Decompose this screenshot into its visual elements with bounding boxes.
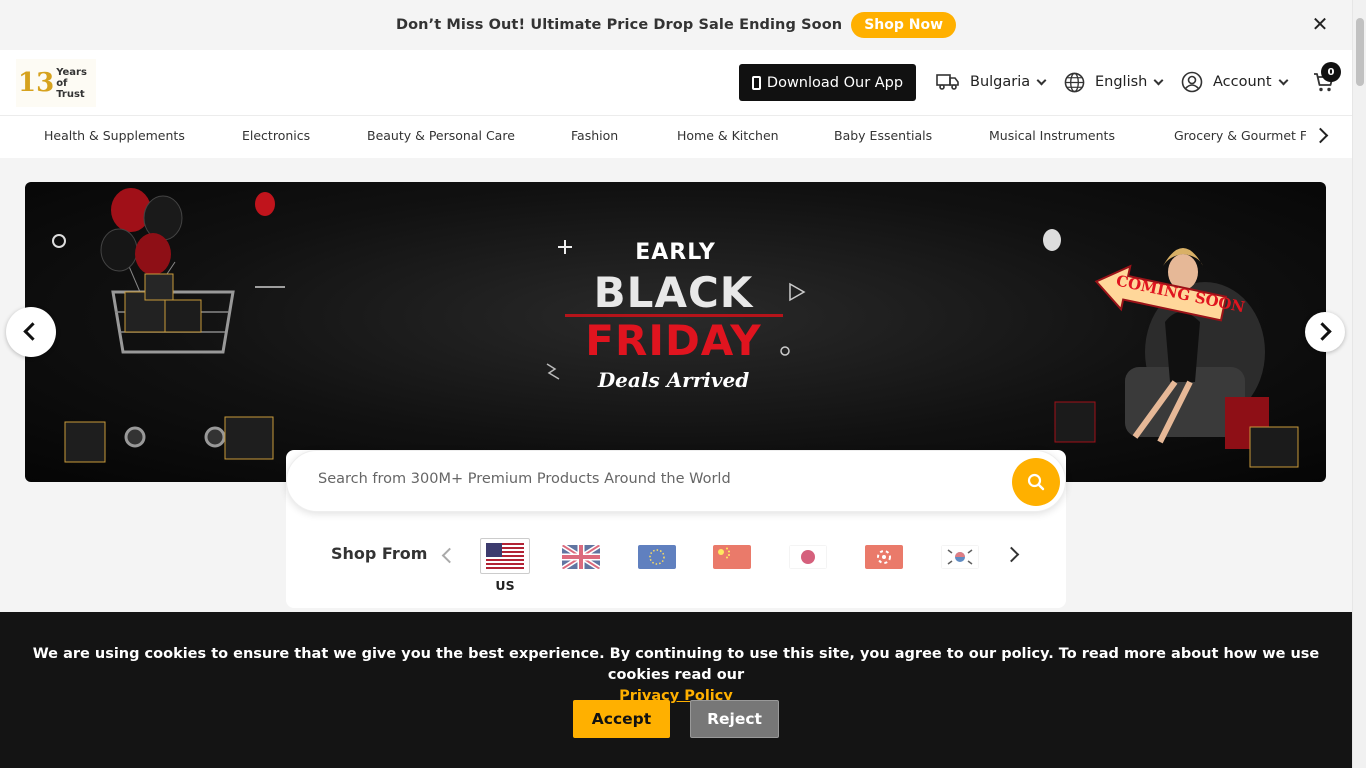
- search-box[interactable]: [286, 450, 1066, 512]
- scrollbar-thumb[interactable]: [1356, 18, 1364, 86]
- category-baby-essentials[interactable]: Baby Essentials: [834, 128, 932, 143]
- logo[interactable]: 13 Years of Trust: [16, 59, 96, 107]
- announcement-text: Don’t Miss Out! Ultimate Price Drop Sale…: [395, 17, 843, 33]
- globe-icon: [1064, 72, 1085, 92]
- hong-kong-flag-icon: [865, 545, 903, 569]
- phone-icon: [751, 75, 761, 90]
- search-input[interactable]: [318, 471, 1008, 487]
- shop-now-button[interactable]: Shop Now: [851, 12, 957, 38]
- chevron-left-icon[interactable]: [441, 547, 458, 564]
- korea-flag-icon: [941, 545, 979, 569]
- user-icon: [1181, 71, 1203, 93]
- category-musical-instruments[interactable]: Musical Instruments: [989, 128, 1115, 143]
- site-header: 13 Years of Trust Download Our App Bulga…: [0, 50, 1352, 116]
- hero-banner[interactable]: EARLY BLACK FRIDAY Deals Arrived COMING …: [25, 182, 1326, 482]
- logo-text: Years of Trust: [56, 67, 96, 100]
- category-scroll-area: [1306, 116, 1352, 158]
- uk-flag[interactable]: [562, 545, 600, 569]
- us-flag-icon: [486, 543, 524, 569]
- delivery-truck-icon: [936, 74, 959, 90]
- carousel-next-button[interactable]: [1305, 312, 1345, 352]
- chevron-left-icon: [23, 322, 42, 341]
- china-flag-icon: [713, 545, 751, 569]
- category-health-supplements[interactable]: Health & Supplements: [44, 128, 185, 143]
- japan-flag-icon: [789, 545, 827, 569]
- language-label: English: [1095, 74, 1148, 90]
- us-flag-label: US: [495, 578, 515, 593]
- account-label: Account: [1213, 74, 1272, 90]
- page-scrollbar[interactable]: [1352, 0, 1366, 768]
- cookie-banner: We are using cookies to ensure that we g…: [0, 612, 1352, 768]
- banner-early: EARLY: [635, 240, 716, 265]
- logo-number: 13: [18, 68, 55, 98]
- chevron-down-icon: [1036, 75, 1047, 85]
- uk-flag-icon: [562, 545, 600, 569]
- logo-text-line2: Trust: [56, 88, 85, 100]
- chevron-right-icon[interactable]: [1003, 546, 1020, 563]
- banner-deals: Deals Arrived: [597, 368, 750, 392]
- logo-text-line1: Years of: [56, 66, 87, 89]
- cookie-text-block: We are using cookies to ensure that we g…: [0, 644, 1352, 707]
- cart-count-badge: 0: [1321, 62, 1341, 82]
- search-icon: [1027, 473, 1045, 491]
- country-label: Bulgaria: [970, 74, 1031, 90]
- close-icon[interactable]: ✕: [1310, 14, 1330, 34]
- banner-friday: FRIDAY: [585, 316, 762, 365]
- search-button[interactable]: [1012, 458, 1060, 506]
- japan-flag[interactable]: [789, 545, 827, 569]
- shop-from-label: Shop From: [331, 544, 428, 563]
- hong-kong-flag[interactable]: [865, 545, 903, 569]
- eu-flag-icon: [638, 545, 676, 569]
- china-flag[interactable]: [713, 545, 751, 569]
- category-fashion[interactable]: Fashion: [571, 128, 618, 143]
- accept-cookies-button[interactable]: Accept: [573, 700, 670, 738]
- category-nav: Health & Supplements Electronics Beauty …: [0, 116, 1352, 158]
- chevron-down-icon: [1278, 75, 1288, 85]
- download-app-label: Download Our App: [766, 74, 904, 91]
- us-flag[interactable]: [480, 538, 530, 574]
- cookie-message: We are using cookies to ensure that we g…: [32, 646, 1320, 683]
- announcement-bar: Don’t Miss Out! Ultimate Price Drop Sale…: [0, 0, 1352, 50]
- chevron-down-icon: [1153, 75, 1164, 85]
- account-menu[interactable]: Account: [1181, 70, 1288, 94]
- korea-flag[interactable]: [941, 545, 979, 569]
- category-home-kitchen[interactable]: Home & Kitchen: [677, 128, 779, 143]
- language-selector[interactable]: English: [1064, 70, 1164, 94]
- chevron-right-icon: [1313, 322, 1332, 341]
- category-beauty-personal-care[interactable]: Beauty & Personal Care: [367, 128, 515, 143]
- country-selector[interactable]: Bulgaria: [936, 70, 1047, 94]
- reject-cookies-button[interactable]: Reject: [690, 700, 779, 738]
- category-electronics[interactable]: Electronics: [242, 128, 310, 143]
- search-panel: Shop From US: [286, 450, 1066, 608]
- eu-flag[interactable]: [638, 545, 676, 569]
- carousel-prev-button[interactable]: [6, 307, 56, 357]
- download-app-button[interactable]: Download Our App: [739, 64, 916, 101]
